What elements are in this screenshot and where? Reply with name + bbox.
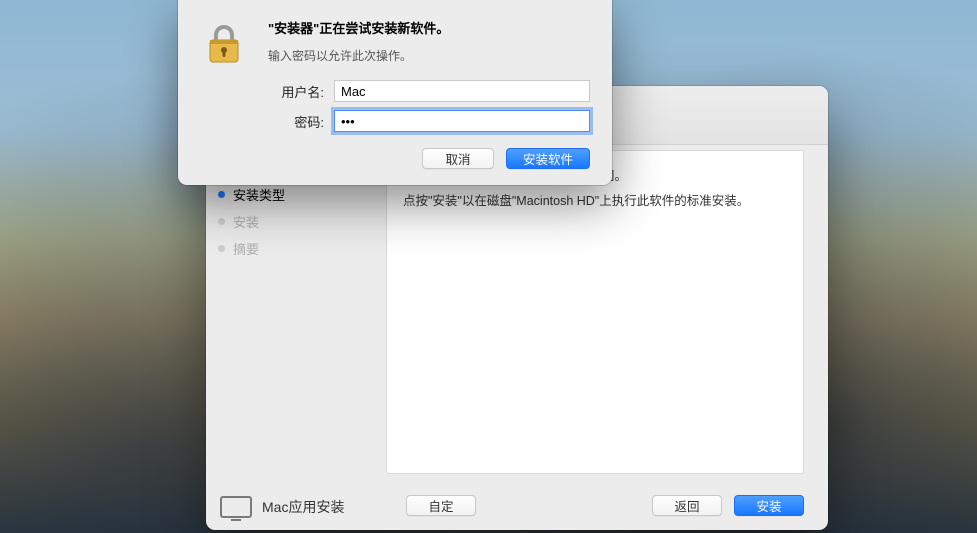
- password-field-row: 密码:: [268, 110, 590, 132]
- username-input[interactable]: [334, 80, 590, 102]
- sidebar-step-summary: 摘要: [214, 235, 378, 262]
- sidebar-step-installing: 安装: [214, 208, 378, 235]
- install-button[interactable]: 安装: [734, 495, 804, 516]
- step-dot: [218, 218, 225, 225]
- back-button[interactable]: 返回: [652, 495, 722, 516]
- username-label: 用户名:: [268, 82, 324, 101]
- step-dot: [218, 245, 225, 252]
- install-software-button[interactable]: 安装软件: [506, 148, 590, 169]
- step-label: 安装: [233, 212, 259, 231]
- cancel-button[interactable]: 取消: [422, 148, 494, 169]
- installer-body: 目的宗卷 安装类型 安装 摘要 间。 点按"安装"以在磁盘"Macintosh …: [206, 144, 828, 480]
- step-dot: [218, 191, 225, 198]
- auth-button-row: 取消 安装软件: [200, 148, 590, 169]
- lock-icon: [200, 18, 248, 68]
- installer-footer: 自定 返回 安装: [206, 480, 828, 530]
- password-label: 密码:: [268, 112, 324, 131]
- customize-button[interactable]: 自定: [406, 495, 476, 516]
- auth-form: 用户名: 密码:: [268, 80, 590, 132]
- content-instruction: 点按"安装"以在磁盘"Macintosh HD"上执行此软件的标准安装。: [403, 190, 787, 209]
- sidebar-step-install-type: 安装类型: [214, 181, 378, 208]
- installer-sidebar: 目的宗卷 安装类型 安装 摘要: [206, 144, 386, 480]
- step-label: 安装类型: [233, 185, 285, 204]
- auth-dialog: "安装器"正在尝试安装新软件。 输入密码以允许此次操作。 用户名: 密码: 取消…: [178, 0, 612, 185]
- auth-headline: "安装器"正在尝试安装新软件。: [268, 21, 449, 36]
- installer-content-panel: 间。 点按"安装"以在磁盘"Macintosh HD"上执行此软件的标准安装。: [386, 150, 804, 474]
- password-input[interactable]: [334, 110, 590, 132]
- username-field-row: 用户名:: [268, 80, 590, 102]
- auth-subline: 输入密码以允许此次操作。: [268, 47, 449, 64]
- auth-messages: "安装器"正在尝试安装新软件。 输入密码以允许此次操作。: [268, 18, 449, 64]
- step-label: 摘要: [233, 239, 259, 258]
